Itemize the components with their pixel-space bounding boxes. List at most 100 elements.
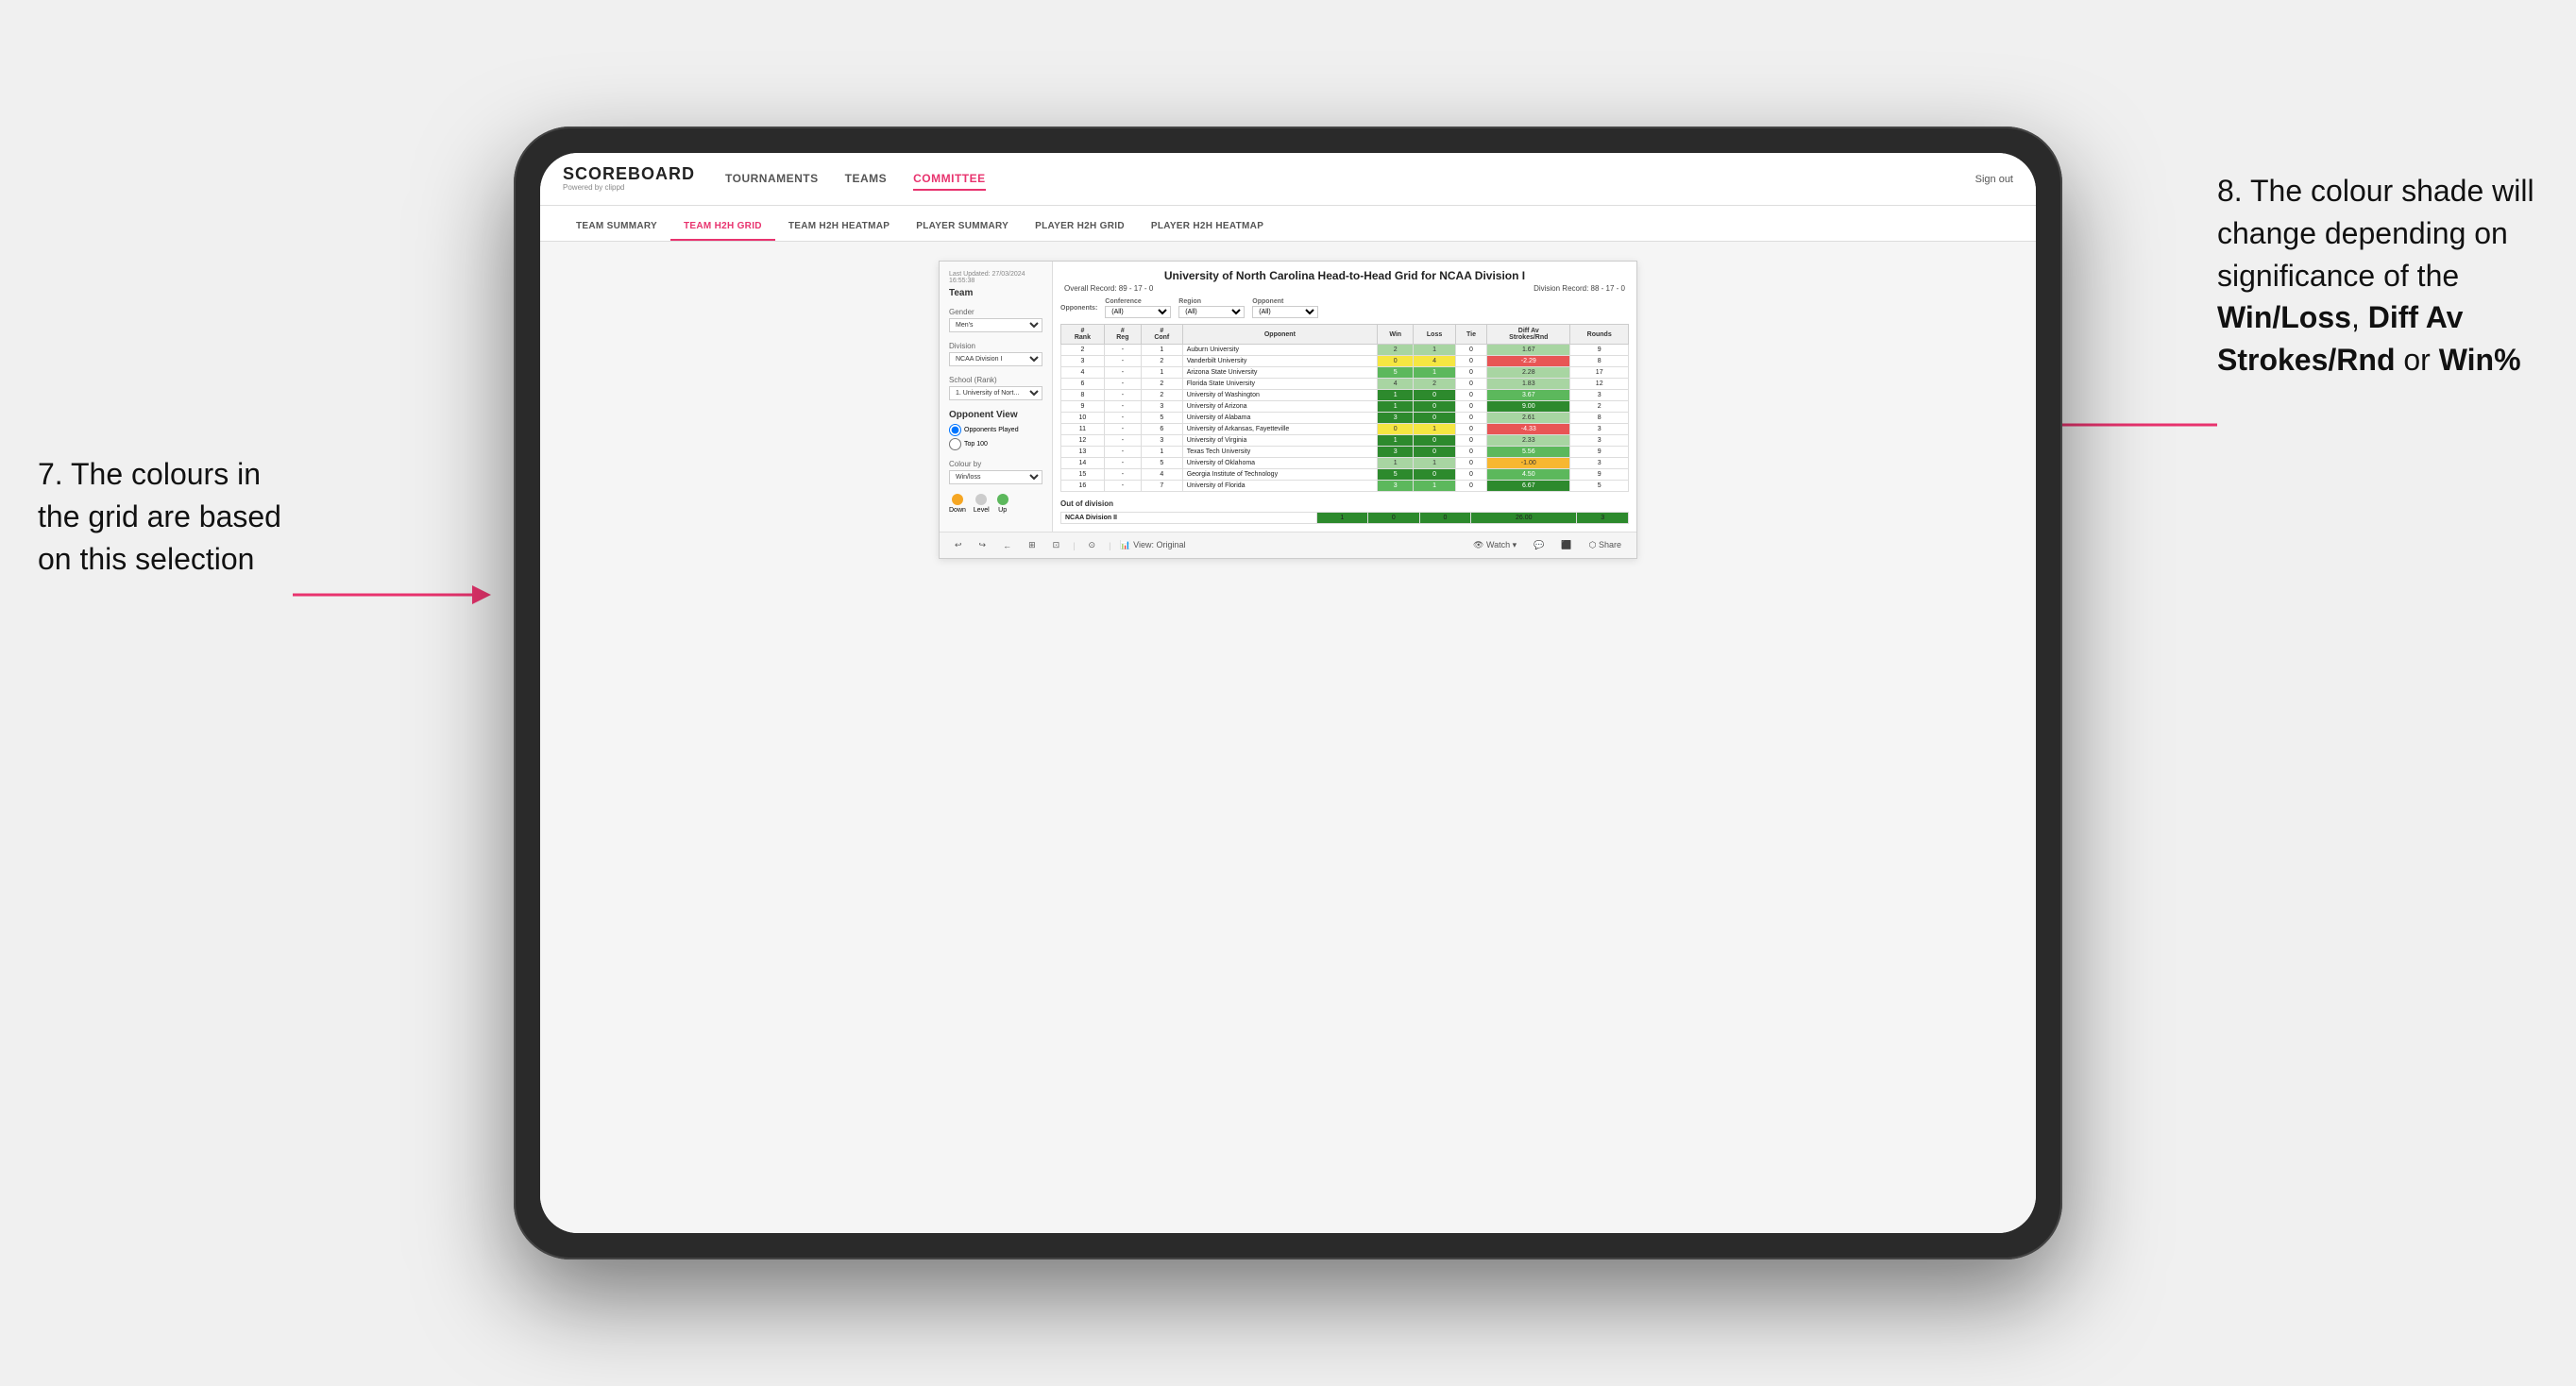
toolbar-undo[interactable]: ↩	[951, 538, 966, 552]
cell-tie: 0	[1455, 390, 1486, 401]
gender-section: Gender Men's	[949, 308, 1042, 332]
conference-filter: Conference (All)	[1105, 298, 1171, 318]
ood-rounds: 3	[1577, 513, 1629, 524]
cell-opponent: Vanderbilt University	[1182, 356, 1377, 367]
tab-player-h2h-heatmap[interactable]: PLAYER H2H HEATMAP	[1138, 213, 1277, 241]
colour-by-select[interactable]: Win/loss	[949, 470, 1042, 484]
cell-rounds: 5	[1570, 481, 1629, 492]
cell-win: 3	[1378, 447, 1414, 458]
table-row: 16 - 7 University of Florida 3 1 0 6.67 …	[1061, 481, 1629, 492]
out-of-division-row: NCAA Division II 1 0 0 26.00 3	[1061, 513, 1629, 524]
nav-tournaments[interactable]: TOURNAMENTS	[725, 168, 819, 191]
tablet-shell: SCOREBOARD Powered by clippd TOURNAMENTS…	[514, 127, 2062, 1259]
gender-select[interactable]: Men's	[949, 318, 1042, 332]
cell-opponent: University of Oklahoma	[1182, 458, 1377, 469]
cell-conf: 3	[1141, 401, 1182, 413]
cell-rounds: 3	[1570, 458, 1629, 469]
toolbar-sep: |	[1073, 541, 1075, 550]
app-header: SCOREBOARD Powered by clippd TOURNAMENTS…	[540, 153, 2036, 206]
opponent-view-section: Opponent View Opponents Played Top 100	[949, 410, 1042, 450]
school-select[interactable]: 1. University of Nort...	[949, 386, 1042, 400]
cell-diff: -4.33	[1487, 424, 1570, 435]
viz-main: University of North Carolina Head-to-Hea…	[1053, 262, 1636, 532]
toolbar-present[interactable]: ⬛	[1557, 538, 1575, 552]
cell-rounds: 12	[1570, 379, 1629, 390]
cell-rank: 12	[1061, 435, 1105, 447]
cell-win: 0	[1378, 356, 1414, 367]
tab-team-h2h-heatmap[interactable]: TEAM H2H HEATMAP	[775, 213, 903, 241]
cell-rounds: 2	[1570, 401, 1629, 413]
cell-opponent: Texas Tech University	[1182, 447, 1377, 458]
cell-diff: -2.29	[1487, 356, 1570, 367]
cell-reg: -	[1104, 481, 1141, 492]
overall-record: Overall Record: 89 - 17 - 0	[1064, 284, 1153, 293]
sign-out[interactable]: Sign out	[1975, 174, 2013, 185]
cell-win: 1	[1378, 401, 1414, 413]
cell-win: 5	[1378, 367, 1414, 379]
th-opponent: Opponent	[1182, 325, 1377, 345]
team-label: Team	[949, 288, 1042, 298]
th-diff: Diff AvStrokes/Rnd	[1487, 325, 1570, 345]
school-label: School (Rank)	[949, 376, 1042, 384]
legend-row: Down Level Up	[949, 494, 1042, 514]
region-select[interactable]: (All)	[1178, 306, 1245, 318]
cell-rounds: 3	[1570, 435, 1629, 447]
colour-by-section: Colour by Win/loss	[949, 460, 1042, 484]
annotation-left: 7. The colours in the grid are based on …	[38, 453, 302, 580]
division-select[interactable]: NCAA Division I	[949, 352, 1042, 366]
cell-rank: 6	[1061, 379, 1105, 390]
cell-diff: 4.50	[1487, 469, 1570, 481]
cell-opponent: University of Alabama	[1182, 413, 1377, 424]
table-row: 14 - 5 University of Oklahoma 1 1 0 -1.0…	[1061, 458, 1629, 469]
viz-records: Overall Record: 89 - 17 - 0 Division Rec…	[1060, 284, 1629, 293]
cell-tie: 0	[1455, 469, 1486, 481]
radio-opponents-played[interactable]: Opponents Played	[949, 424, 1042, 436]
nav-committee[interactable]: COMMITTEE	[913, 168, 986, 191]
cell-opponent: University of Virginia	[1182, 435, 1377, 447]
cell-reg: -	[1104, 390, 1141, 401]
legend-level: Level	[974, 494, 990, 514]
th-win: Win	[1378, 325, 1414, 345]
cell-tie: 0	[1455, 345, 1486, 356]
cell-conf: 1	[1141, 345, 1182, 356]
cell-loss: 1	[1414, 345, 1456, 356]
toolbar-clock[interactable]: ⊙	[1085, 538, 1100, 552]
cell-diff: 5.56	[1487, 447, 1570, 458]
toolbar-comment[interactable]: 💬	[1530, 538, 1548, 552]
cell-win: 3	[1378, 481, 1414, 492]
table-row: 6 - 2 Florida State University 4 2 0 1.8…	[1061, 379, 1629, 390]
cell-win: 1	[1378, 435, 1414, 447]
cell-rounds: 9	[1570, 469, 1629, 481]
toolbar-back[interactable]: ←	[999, 539, 1015, 552]
toolbar-watch[interactable]: 👁 Watch ▾	[1469, 538, 1520, 552]
toolbar-download[interactable]: ⊡	[1049, 538, 1064, 552]
cell-conf: 5	[1141, 413, 1182, 424]
gender-label: Gender	[949, 308, 1042, 316]
opponent-select[interactable]: (All)	[1252, 306, 1318, 318]
cell-win: 3	[1378, 413, 1414, 424]
tab-player-h2h-grid[interactable]: PLAYER H2H GRID	[1022, 213, 1138, 241]
cell-rounds: 17	[1570, 367, 1629, 379]
cell-rounds: 3	[1570, 390, 1629, 401]
toolbar-redo[interactable]: ↪	[975, 538, 991, 552]
division-label: Division	[949, 342, 1042, 350]
toolbar-copy[interactable]: ⊞	[1025, 538, 1040, 552]
cell-rank: 10	[1061, 413, 1105, 424]
cell-diff: -1.00	[1487, 458, 1570, 469]
tab-team-h2h-grid[interactable]: TEAM H2H GRID	[670, 213, 775, 241]
toolbar-view: 📊 View: Original	[1120, 540, 1185, 550]
toolbar-share[interactable]: ⬡ Share	[1585, 538, 1625, 552]
opponents-filter-label: Opponents:	[1060, 305, 1097, 312]
cell-opponent: University of Arkansas, Fayetteville	[1182, 424, 1377, 435]
legend-dot-down	[952, 494, 963, 505]
cell-rank: 8	[1061, 390, 1105, 401]
radio-top100[interactable]: Top 100	[949, 438, 1042, 450]
cell-diff: 9.00	[1487, 401, 1570, 413]
main-content: Last Updated: 27/03/2024 16:55:38 Team G…	[540, 242, 2036, 1233]
cell-rank: 2	[1061, 345, 1105, 356]
nav-teams[interactable]: TEAMS	[845, 168, 888, 191]
tab-player-summary[interactable]: PLAYER SUMMARY	[903, 213, 1022, 241]
conference-select[interactable]: (All)	[1105, 306, 1171, 318]
legend-dot-level	[975, 494, 987, 505]
tab-team-summary[interactable]: TEAM SUMMARY	[563, 213, 670, 241]
